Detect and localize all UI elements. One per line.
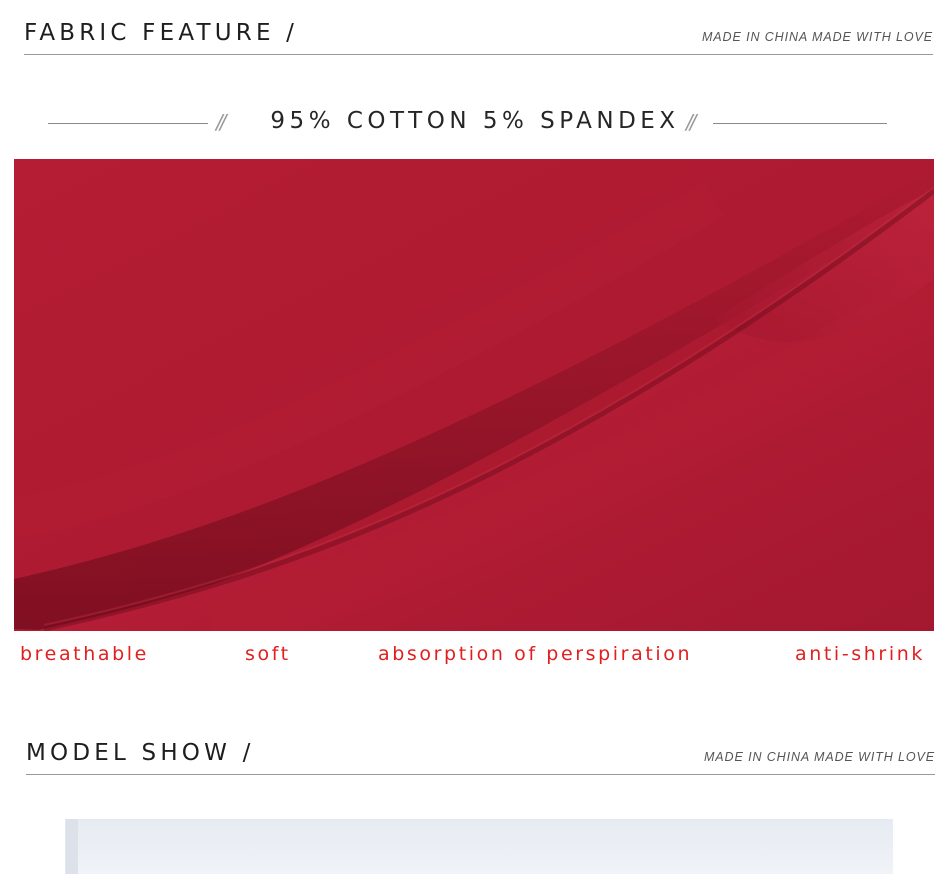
model-show-tagline: MADE IN CHINA MADE WITH LOVE <box>703 750 935 764</box>
fabric-feature-title: FABRIC FEATURE / <box>24 20 299 46</box>
divider-line-right <box>713 123 887 124</box>
model-photo <box>65 819 893 874</box>
feature-absorption: absorption of perspiration <box>378 643 693 665</box>
model-photo-edge <box>66 819 78 874</box>
model-show-title: MODEL SHOW / <box>26 740 255 766</box>
fabric-illustration <box>14 159 934 631</box>
fabric-feature-tagline: MADE IN CHINA MADE WITH LOVE <box>701 30 933 44</box>
fabric-photo <box>14 159 934 631</box>
fabric-composition: 95% COTTON 5% SPANDEX <box>270 108 680 134</box>
feature-soft: soft <box>245 643 291 665</box>
feature-breathable: breathable <box>20 643 149 665</box>
feature-list: breathable soft absorption of perspirati… <box>0 643 950 673</box>
fabric-feature-header: FABRIC FEATURE / MADE IN CHINA MADE WITH… <box>24 0 933 55</box>
composition-divider: // 95% COTTON 5% SPANDEX // <box>0 104 950 144</box>
double-slash-icon: // <box>686 110 697 134</box>
feature-anti-shrink: anti-shrink <box>795 643 925 665</box>
model-show-header: MODEL SHOW / MADE IN CHINA MADE WITH LOV… <box>26 720 935 775</box>
